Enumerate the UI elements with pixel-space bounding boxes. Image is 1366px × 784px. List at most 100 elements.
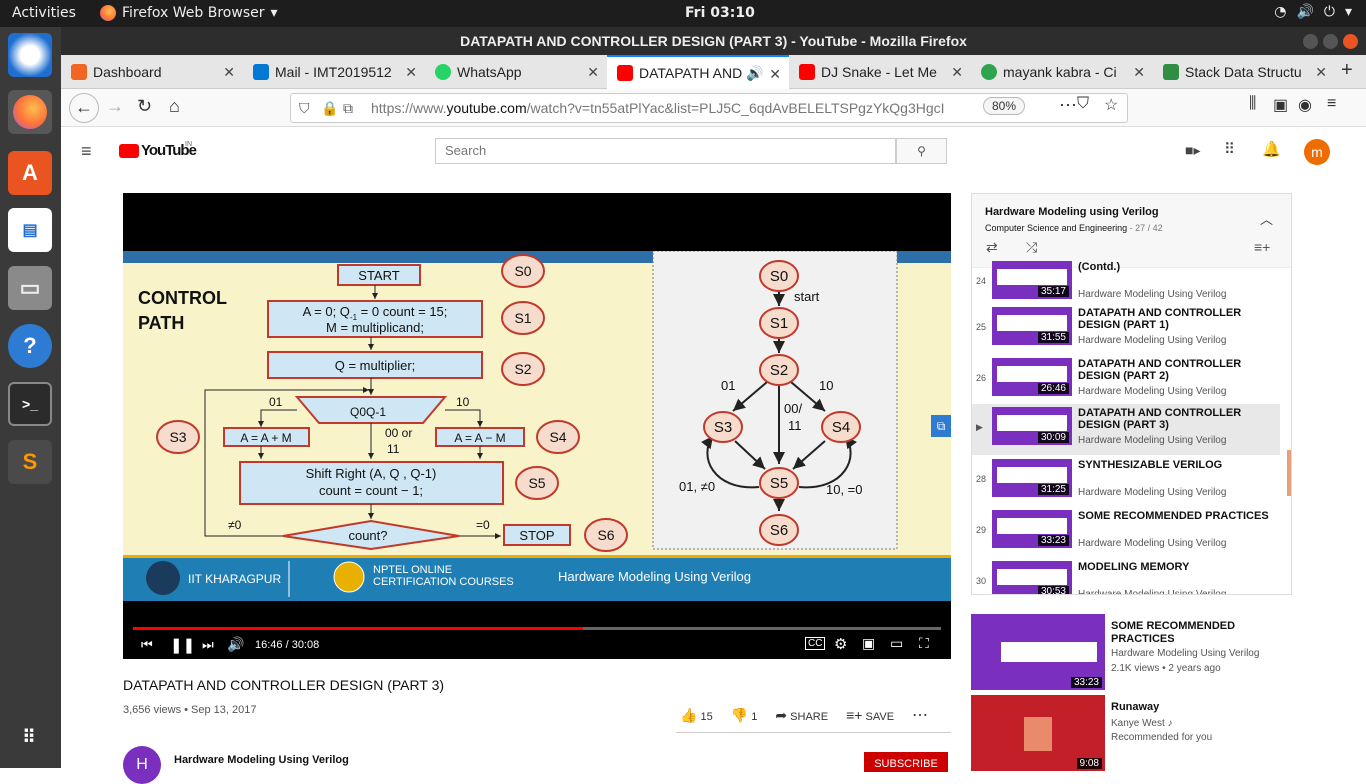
- app-menu[interactable]: Firefox Web Browser ▾: [100, 5, 278, 21]
- playlist-item-thumbnail[interactable]: 26:46: [992, 358, 1072, 396]
- close-tab-icon[interactable]: ✕: [769, 66, 781, 83]
- software-center-icon[interactable]: A: [8, 151, 52, 195]
- recommended-thumbnail[interactable]: 9:08: [971, 695, 1105, 771]
- collapse-chevron-icon[interactable]: ︿: [1260, 209, 1273, 228]
- playlist-item-thumbnail[interactable]: 35:17: [992, 261, 1072, 299]
- system-tray[interactable]: ◔ 🔊 ⏻ ▾: [1274, 4, 1352, 20]
- reload-icon[interactable]: ↻: [137, 96, 152, 117]
- pocket-icon[interactable]: ⛉: [1077, 95, 1089, 113]
- close-icon[interactable]: [1343, 34, 1358, 49]
- playlist-item-thumbnail[interactable]: 30:09: [992, 407, 1072, 445]
- dislike-button[interactable]: 👎 1: [731, 707, 758, 724]
- activities-button[interactable]: Activities: [12, 5, 76, 21]
- notifications-bell-icon[interactable]: 🔔: [1262, 140, 1281, 158]
- home-icon[interactable]: ⌂: [169, 96, 180, 117]
- account-icon[interactable]: ◉: [1298, 95, 1312, 115]
- playlist-item-thumbnail[interactable]: 31:25: [992, 459, 1072, 497]
- tab-dashboard[interactable]: Dashboard ✕: [61, 55, 243, 89]
- playlist-item-thumbnail[interactable]: 31:55: [992, 307, 1072, 345]
- bookmark-star-icon[interactable]: ☆: [1104, 95, 1118, 115]
- recommended-video[interactable]: 9:08 Runaway Kanye West ♪ Recommended for y…: [971, 695, 1351, 771]
- video-player[interactable]: CONTROL PATH START A = 0; Q-1 = 0 count …: [123, 193, 951, 659]
- tab-whatsapp[interactable]: WhatsApp ✕: [425, 55, 607, 89]
- new-tab-icon[interactable]: +: [1341, 59, 1353, 82]
- show-applications-icon[interactable]: ⠿: [8, 715, 52, 759]
- add-to-queue-icon[interactable]: ≡+: [1254, 239, 1270, 255]
- pause-icon[interactable]: ❚❚: [170, 636, 195, 654]
- minimize-icon[interactable]: [1303, 34, 1318, 49]
- hamburger-menu-icon[interactable]: ≡: [81, 141, 92, 162]
- back-icon[interactable]: ←: [69, 93, 99, 123]
- subscribe-button[interactable]: SUBSCRIBE: [864, 752, 948, 772]
- files-icon[interactable]: ▭: [8, 266, 52, 310]
- shield-icon[interactable]: ⛉: [299, 94, 310, 122]
- playlist-item[interactable]: 26 26:46 DATAPATH AND CONTROLLER DESIGN (P…: [972, 355, 1280, 406]
- miniplayer-icon[interactable]: ▣: [862, 635, 875, 652]
- previous-icon[interactable]: ⏮: [141, 637, 153, 653]
- progress-bar[interactable]: [133, 627, 941, 630]
- playlist-item[interactable]: ▶ 30:09 DATAPATH AND CONTROLLER DESIGN (PA…: [972, 404, 1280, 455]
- terminal-icon[interactable]: >_: [8, 382, 52, 426]
- search-icon[interactable]: ⚲: [896, 138, 947, 164]
- apps-grid-icon[interactable]: ⠿: [1224, 140, 1235, 158]
- recommended-video[interactable]: 33:23 SOME RECOMMENDED PRACTICES Hardware …: [971, 614, 1351, 690]
- close-tab-icon[interactable]: ✕: [405, 64, 417, 81]
- create-video-icon[interactable]: ■▸: [1185, 142, 1200, 159]
- recommended-thumbnail[interactable]: 33:23: [971, 614, 1105, 690]
- playlist-item-title[interactable]: DATAPATH AND CONTROLLER DESIGN (PART 2): [1078, 358, 1278, 382]
- playlist-title[interactable]: Hardware Modeling using Verilog: [985, 206, 1278, 218]
- playlist-channel[interactable]: Computer Science and Engineering: [985, 223, 1127, 233]
- playlist-item[interactable]: 25 31:55 DATAPATH AND CONTROLLER DESIGN (P…: [972, 304, 1280, 355]
- playlist-item-title[interactable]: (Contd.): [1078, 261, 1278, 273]
- clock[interactable]: Fri 03:10: [685, 5, 755, 21]
- shuffle-icon[interactable]: ⤮: [1026, 239, 1037, 256]
- picture-in-picture-icon[interactable]: ⧉: [931, 415, 951, 437]
- maximize-icon[interactable]: [1323, 34, 1338, 49]
- captions-icon[interactable]: CC: [805, 637, 826, 650]
- channel-avatar[interactable]: H: [123, 746, 161, 784]
- close-tab-icon[interactable]: ✕: [951, 64, 963, 81]
- library-icon[interactable]: ⫼: [1249, 95, 1256, 113]
- close-tab-icon[interactable]: ✕: [587, 64, 599, 81]
- playlist-item[interactable]: 28 31:25 SYNTHESIZABLE VERILOG Hardware Mod…: [972, 456, 1280, 507]
- sublime-text-icon[interactable]: S: [8, 440, 52, 484]
- fullscreen-icon[interactable]: ⛶: [919, 635, 929, 652]
- lock-icon[interactable]: 🔒: [321, 94, 338, 122]
- channel-name[interactable]: Hardware Modeling Using Verilog: [174, 754, 349, 766]
- playlist-item-title[interactable]: SOME RECOMMENDED PRACTICES: [1078, 510, 1278, 522]
- recommended-title[interactable]: Runaway: [1111, 701, 1271, 714]
- theater-mode-icon[interactable]: ▭: [890, 635, 903, 652]
- playlist-item-title[interactable]: DATAPATH AND CONTROLLER DESIGN (PART 1): [1078, 307, 1278, 331]
- recommended-title[interactable]: SOME RECOMMENDED PRACTICES: [1111, 620, 1271, 646]
- tab-mayank[interactable]: mayank kabra - Ci ✕: [971, 55, 1153, 89]
- youtube-logo-icon[interactable]: [119, 144, 139, 158]
- playlist-scrollbar[interactable]: [1287, 450, 1291, 496]
- autoplay-icon[interactable]: ⧉: [343, 94, 353, 122]
- playlist-item-thumbnail[interactable]: 30:53: [992, 561, 1072, 594]
- playlist-item-title[interactable]: MODELING MEMORY: [1078, 561, 1278, 573]
- playlist-item[interactable]: 24 35:17 (Contd.) Hardware Modeling Using V…: [972, 258, 1280, 309]
- save-button[interactable]: ≡+ SAVE: [846, 707, 894, 723]
- libreoffice-writer-icon[interactable]: ▤: [8, 208, 52, 252]
- loop-icon[interactable]: ⇄: [986, 239, 998, 256]
- menu-icon[interactable]: ≡: [1327, 95, 1336, 113]
- playlist-item-thumbnail[interactable]: 33:23: [992, 510, 1072, 548]
- sidebar-icon[interactable]: ▣: [1273, 95, 1288, 115]
- zoom-level[interactable]: 80%: [983, 97, 1026, 115]
- page-actions-icon[interactable]: ⋯: [1059, 95, 1077, 116]
- close-tab-icon[interactable]: ✕: [1315, 64, 1327, 81]
- firefox-icon[interactable]: [8, 90, 52, 134]
- thunderbird-icon[interactable]: [8, 33, 52, 77]
- playlist-item-title[interactable]: SYNTHESIZABLE VERILOG: [1078, 459, 1278, 471]
- settings-gear-icon[interactable]: ⚙: [834, 635, 847, 653]
- next-icon[interactable]: ⏭: [202, 637, 214, 653]
- volume-icon[interactable]: 🔊: [227, 636, 244, 653]
- close-tab-icon[interactable]: ✕: [1133, 64, 1145, 81]
- playlist-item[interactable]: 29 33:23 SOME RECOMMENDED PRACTICES Hardwar…: [972, 507, 1280, 558]
- search-input[interactable]: Search: [435, 138, 896, 164]
- help-icon[interactable]: ?: [8, 324, 52, 368]
- tab-stack[interactable]: Stack Data Structu ✕: [1153, 55, 1335, 89]
- playlist-item-title[interactable]: DATAPATH AND CONTROLLER DESIGN (PART 3): [1078, 407, 1278, 431]
- more-actions-icon[interactable]: ⋯: [912, 705, 928, 725]
- share-button[interactable]: ➦ SHARE: [775, 707, 828, 724]
